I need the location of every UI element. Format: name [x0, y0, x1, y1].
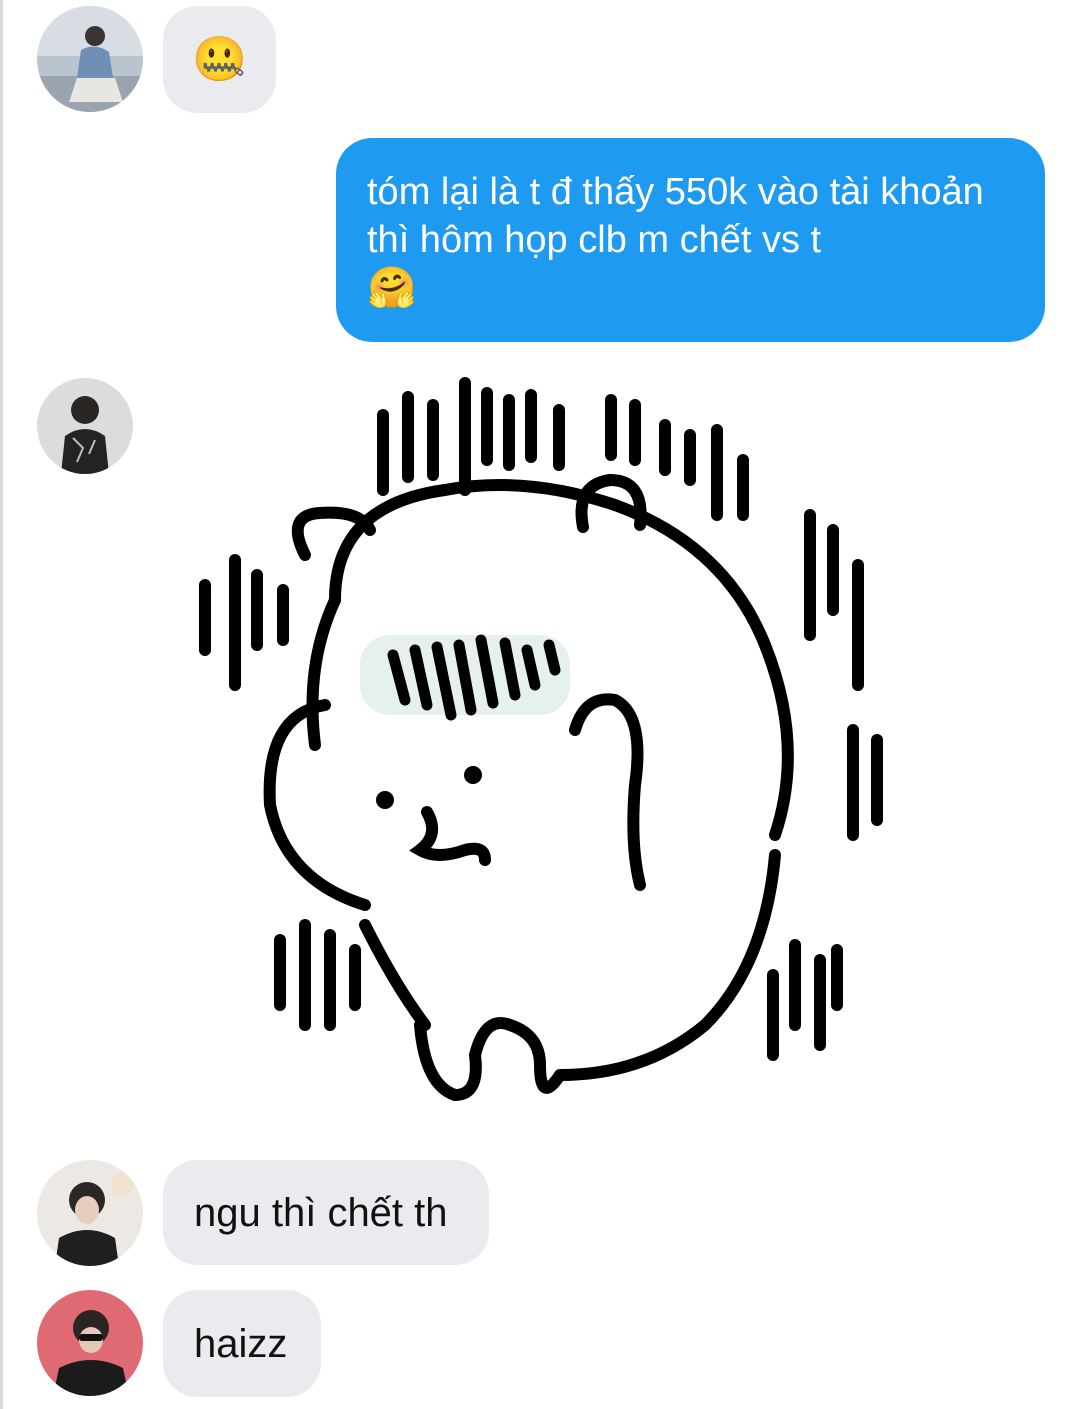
avatar-contact-1[interactable]: [37, 6, 143, 112]
hugging-face-emoji: 🤗: [367, 265, 417, 311]
message-text: ngu thì chết th: [194, 1190, 448, 1235]
message-text: haizz: [194, 1321, 288, 1366]
message-bubble-incoming[interactable]: 🤐: [163, 6, 276, 113]
message-text: tóm lại là t đ thấy 550k vào tài khoản t…: [367, 171, 984, 261]
bear-covering-face-sticker[interactable]: [165, 365, 900, 1140]
message-bubble-incoming[interactable]: ngu thì chết th: [163, 1160, 489, 1265]
message-bubble-outgoing[interactable]: tóm lại là t đ thấy 550k vào tài khoản t…: [336, 138, 1045, 342]
message-bubble-incoming[interactable]: haizz: [163, 1290, 321, 1397]
avatar-contact-3[interactable]: [37, 1160, 143, 1266]
left-border: [0, 0, 3, 1409]
avatar-contact-4[interactable]: [37, 1290, 143, 1396]
avatar-contact-2[interactable]: [37, 378, 133, 474]
zipper-mouth-emoji: 🤐: [192, 33, 247, 85]
